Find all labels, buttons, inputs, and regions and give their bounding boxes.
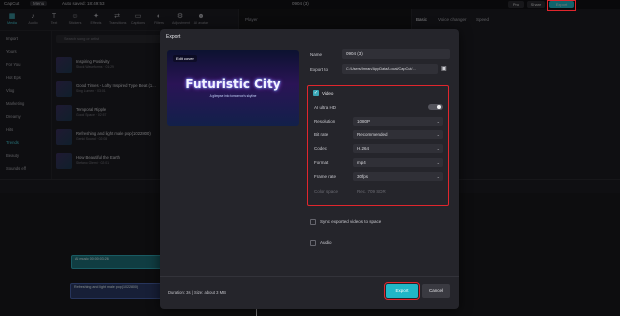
chevron-down-icon: ⌄	[436, 160, 440, 165]
audio-label: Audio	[320, 240, 332, 245]
export-dialog: Export Edit cover Futuristic City A glim…	[160, 29, 459, 309]
name-input[interactable]: 0904 (3)	[342, 49, 450, 59]
cover-title: Futuristic City	[185, 77, 281, 91]
color-space-value: Rec. 709 SDR	[357, 189, 386, 194]
framerate-value: 30fps	[357, 174, 369, 179]
export-to-label: Export to	[310, 67, 329, 72]
cancel-button[interactable]: Cancel	[422, 284, 450, 298]
export-path-input[interactable]: C:/Users/Imran/AppData/Local/CapCut/...	[342, 64, 438, 74]
resolution-select[interactable]: 1080P ⌄	[353, 117, 443, 126]
codec-select[interactable]: H.264 ⌄	[353, 144, 443, 153]
video-checkbox[interactable]: ✓	[313, 90, 319, 96]
video-settings-box: ✓ Video AI ultra HD Resolution 1080P ⌄ Bi…	[307, 85, 449, 206]
export-button[interactable]: Export	[383, 281, 421, 301]
codec-value: H.264	[357, 146, 370, 151]
framerate-label: Frame rate	[314, 174, 337, 179]
resolution-value: 1080P	[357, 119, 371, 124]
ai-ultra-hd-label: AI ultra HD	[314, 105, 337, 110]
export-highlight	[547, 0, 576, 11]
format-value: mp4	[357, 160, 366, 165]
sync-label: Sync exported videos to space	[320, 219, 382, 224]
chevron-down-icon: ⌄	[436, 174, 440, 179]
name-label: Name	[310, 52, 323, 57]
folder-icon[interactable]: ▣	[441, 65, 447, 72]
dialog-title: Export	[166, 34, 181, 40]
video-label: Video	[322, 91, 334, 96]
bitrate-label: Bit rate	[314, 132, 329, 137]
sync-checkbox[interactable]	[310, 219, 316, 225]
capcut-window: CapCut Menu Auto saved: 18:49:53 0904 (3…	[0, 0, 620, 316]
ai-ultra-hd-toggle[interactable]	[428, 104, 443, 110]
codec-label: Codec	[314, 146, 328, 151]
audio-checkbox[interactable]	[310, 240, 316, 246]
cover-subtitle: A glimpse into tomorrow's skyline	[209, 94, 257, 98]
format-label: Format	[314, 160, 329, 165]
color-space-label: Color space	[314, 189, 339, 194]
chevron-down-icon: ⌄	[436, 119, 440, 124]
resolution-label: Resolution	[314, 119, 336, 124]
chevron-down-icon: ⌄	[436, 146, 440, 151]
framerate-select[interactable]: 30fps ⌄	[353, 172, 443, 181]
export-info: Duration: 3s | Size: about 3 MB	[168, 290, 226, 295]
chevron-down-icon: ⌄	[436, 132, 440, 137]
edit-cover-button[interactable]: Edit cover	[173, 55, 197, 62]
bitrate-select[interactable]: Recommended ⌄	[353, 130, 443, 139]
bitrate-value: Recommended	[357, 132, 388, 137]
format-select[interactable]: mp4 ⌄	[353, 158, 443, 167]
dialog-footer: Duration: 3s | Size: about 3 MB Export C…	[160, 276, 459, 309]
cover-preview[interactable]: Edit cover Futuristic City A glimpse int…	[167, 50, 299, 126]
